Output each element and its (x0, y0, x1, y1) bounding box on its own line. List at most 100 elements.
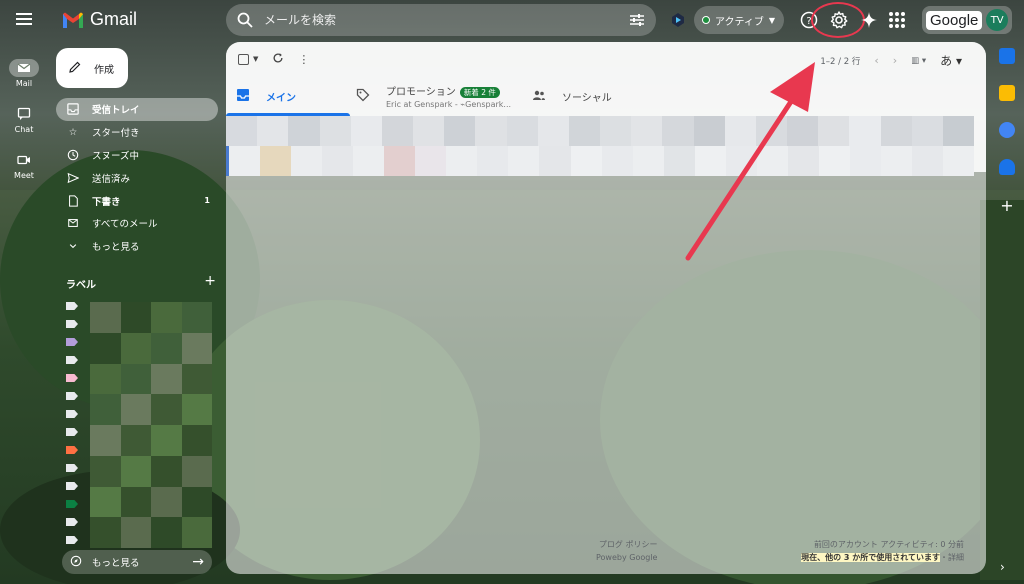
sidebar-item-more[interactable]: もっと見る (56, 235, 218, 258)
side-panel: + (990, 48, 1024, 215)
sidebar-item-inbox[interactable]: 受信トレイ (56, 98, 218, 121)
send-icon (66, 171, 80, 185)
label-tag-icon[interactable] (66, 392, 78, 400)
app-name: Gmail (90, 9, 138, 29)
label-tag-icon[interactable] (66, 518, 78, 526)
more-pill-label: もっと見る (92, 558, 140, 569)
search-bar[interactable] (226, 4, 656, 36)
redacted-label-names (90, 302, 212, 548)
label-tag-icon[interactable] (66, 410, 78, 418)
rail-item-mail[interactable]: Mail (0, 50, 48, 96)
label-tag-icon[interactable] (66, 428, 78, 436)
people-icon (532, 88, 546, 105)
other-locations-text: 現在、他の 3 か所で使用されています (801, 553, 940, 562)
sidebar-item-label: すべてのメール (92, 219, 158, 231)
sidebar-item-starred[interactable]: ☆ スター付き (56, 121, 218, 144)
all-mail-icon (66, 216, 80, 230)
label-tag-icon[interactable] (66, 500, 78, 508)
prev-page-icon[interactable]: ‹ (874, 54, 878, 67)
inbox-tab-icon (236, 88, 250, 105)
tab-social[interactable]: ソーシャル (526, 76, 612, 116)
expand-side-panel-icon[interactable]: › (1000, 560, 1005, 574)
gmail-m-icon (62, 11, 84, 29)
contacts-icon[interactable] (999, 159, 1015, 175)
more-apps-button[interactable]: もっと見る → (62, 550, 212, 574)
add-addon-button[interactable]: + (990, 196, 1024, 215)
label-tag-icon[interactable] (66, 464, 78, 472)
search-options-icon[interactable] (628, 11, 646, 29)
tasks-icon[interactable] (999, 122, 1015, 138)
gmail-logo[interactable]: Gmail (62, 9, 137, 30)
pagination-text: 1–2 / 2 行 (820, 56, 861, 67)
label-list (66, 302, 86, 554)
extension-icon[interactable] (670, 12, 686, 28)
sidebar-item-label: スター付き (92, 128, 140, 140)
email-row-redacted[interactable] (226, 116, 975, 146)
rail-item-meet[interactable]: Meet (0, 142, 48, 188)
add-label-button[interactable]: + (204, 274, 216, 291)
new-count-badge: 新着 2 件 (459, 87, 500, 98)
label-tag-icon[interactable] (66, 356, 78, 364)
select-all-checkbox[interactable] (238, 53, 249, 65)
labels-heading: ラベル (66, 280, 96, 291)
rail-label-meet: Meet (14, 170, 34, 180)
avatar[interactable]: TV (986, 9, 1008, 31)
label-tag-icon[interactable] (66, 536, 78, 544)
status-label: アクティブ (715, 16, 764, 28)
details-link[interactable]: ・詳細 (940, 553, 964, 562)
label-tag-icon[interactable] (66, 446, 78, 454)
star-icon: ☆ (68, 126, 78, 138)
last-activity-text: 前回のアカウント アクティビティ: 0 分前 (813, 540, 964, 549)
tag-icon (356, 88, 370, 105)
email-row-redacted[interactable] (226, 146, 975, 176)
account-switcher[interactable]: Google TV (922, 6, 1012, 34)
labels-section-header: ラベル + (66, 274, 216, 291)
compose-label: 作成 (94, 64, 114, 76)
policy-link[interactable]: プログ ポリシー (596, 538, 658, 551)
tab-primary[interactable]: メイン (226, 76, 350, 116)
compose-button[interactable]: 作成 (56, 48, 128, 88)
rail-item-chat[interactable]: Chat (0, 96, 48, 142)
google-badge: Google (926, 10, 983, 30)
sidebar-item-all-mail[interactable]: すべてのメール (56, 212, 218, 235)
arrow-right-icon: → (192, 554, 204, 570)
label-tag-icon[interactable] (66, 302, 78, 310)
split-view-icon[interactable]: ▥ ▾ (911, 56, 926, 66)
tab-label: メイン (266, 92, 296, 104)
label-tag-icon[interactable] (66, 482, 78, 490)
label-tag-icon[interactable] (66, 320, 78, 328)
compass-icon (70, 555, 82, 570)
sidebar-item-snoozed[interactable]: スヌーズ中 (56, 144, 218, 167)
chevron-down-icon: ▼ (768, 15, 776, 25)
google-apps-icon[interactable] (889, 12, 905, 28)
search-input[interactable] (264, 13, 628, 27)
sidebar-item-sent[interactable]: 送信済み (56, 166, 218, 189)
sidebar-nav: 受信トレイ ☆ スター付き スヌーズ中 送信済み 下書き 1 すべてのメール も… (56, 98, 218, 258)
footer-links: プログ ポリシー Poweby Google (596, 538, 657, 564)
search-icon[interactable] (236, 11, 254, 29)
label-tag-icon[interactable] (66, 374, 78, 382)
rail-label-chat: Chat (14, 124, 34, 134)
more-options-icon[interactable]: ⋮ (298, 53, 309, 66)
next-page-icon[interactable]: › (893, 54, 897, 67)
draft-count: 1 (204, 196, 210, 206)
sidebar-item-label: 送信済み (92, 173, 131, 185)
select-dropdown-icon[interactable]: ▼ (253, 55, 258, 63)
chevron-down-icon (66, 239, 80, 253)
top-bar: Gmail アクティブ ▼ ? Google TV (0, 0, 1024, 40)
refresh-icon[interactable] (272, 52, 284, 67)
sidebar-item-label: もっと見る (92, 242, 140, 254)
input-tools-button[interactable]: あ ▾ (940, 52, 962, 69)
calendar-icon[interactable] (999, 48, 1015, 64)
sidebar-item-drafts[interactable]: 下書き 1 (56, 189, 218, 212)
tab-preview-text: Eric at Genspark - ⌁Genspark... (386, 100, 512, 109)
status-dot (702, 16, 710, 24)
tab-promotions[interactable]: プロモーション 新着 2 件 Eric at Genspark - ⌁Genspa… (350, 76, 526, 116)
keep-icon[interactable] (999, 85, 1015, 101)
status-selector[interactable]: アクティブ ▼ (694, 6, 784, 34)
sidebar-item-label: 受信トレイ (92, 105, 140, 117)
gemini-spark-icon[interactable] (861, 12, 877, 28)
label-tag-icon[interactable] (66, 338, 78, 346)
settings-highlight-circle (811, 2, 865, 38)
main-menu-button[interactable] (14, 10, 34, 30)
